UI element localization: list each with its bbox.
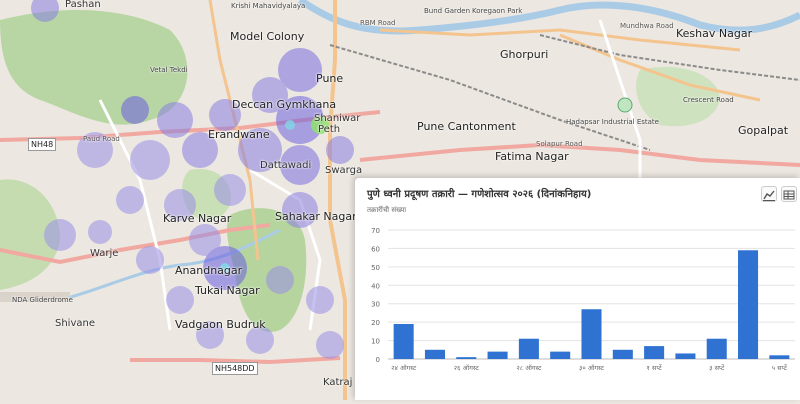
y-tick-label: 60	[371, 245, 380, 253]
y-tick-label: 50	[371, 264, 380, 272]
map-label-pune: Pune	[316, 72, 344, 85]
x-tick-label: २६ ऑगस्ट	[454, 364, 480, 372]
x-tick-label: ५ सप्टें	[772, 364, 788, 372]
bar-chart: 0 10 20 30 40 50 60 70 २४ ऑगस्ट २६ ऑगस्ट २८ ऑगस्ट ३…	[371, 227, 795, 372]
y-tick-label: 20	[371, 319, 380, 327]
map-label-pune-cantonment: Pune Cantonment	[417, 120, 516, 133]
map-label-deccan-gymkhana: Deccan Gymkhana	[232, 98, 337, 111]
bar	[612, 349, 633, 359]
bar	[550, 351, 571, 359]
map-label-tukai-nagar: Tukai Nagar	[195, 284, 260, 297]
bar	[393, 323, 414, 359]
map-label-karve-nagar: Karve Nagar	[163, 212, 232, 225]
y-tick-label: 30	[371, 301, 380, 309]
x-tick-label: २८ ऑगस्ट	[516, 364, 542, 372]
map-label-krishi: Krishi Mahavidyalaya	[231, 2, 306, 10]
map-label-hadapsar: Hadapsar Industrial Estate	[566, 118, 659, 126]
map-label-koregaon: Koregaon Park	[472, 7, 523, 15]
map-label-pashan: Pashan	[65, 0, 101, 10]
bar	[518, 338, 539, 359]
map-label-swargate: Swarga	[325, 165, 363, 176]
x-tick-label: ३ सप्टें	[709, 364, 725, 372]
map-label-nda-gliderdrome: NDA Gliderdrome	[12, 296, 73, 304]
map-label-peth: Peth	[318, 124, 341, 135]
map-label-anandnagar: Anandnagar	[175, 264, 243, 277]
map-label-fatima-nagar: Fatima Nagar	[495, 150, 569, 163]
map-label-vetal-tekdi: Vetal Tekdi	[150, 66, 188, 74]
map-label-bund-garden: Bund Garden	[424, 7, 470, 15]
map-label-dattawadi: Dattawadi	[260, 160, 312, 171]
map-label-sahakar-nagar: Sahakar Nagar	[275, 210, 357, 223]
heatmap-hotspot-deccan	[285, 120, 295, 130]
y-tick-label: 10	[371, 338, 380, 346]
chart-panel: पुणे ध्वनी प्रदूषण तक्रारी — गणेशोत्सव २…	[355, 178, 800, 400]
x-tick-label: ३० ऑगस्ट	[579, 364, 605, 372]
map-label-model-colony: Model Colony	[230, 30, 305, 43]
bar	[487, 351, 508, 359]
y-tick-label: 0	[376, 356, 380, 364]
bar	[769, 355, 790, 359]
map-label-solapur-road: Solapur Road	[536, 140, 583, 148]
map-label-ghorpuri: Ghorpuri	[500, 48, 549, 61]
map-label-erandwane: Erandwane	[208, 128, 270, 141]
map-label-keshav-nagar: Keshav Nagar	[676, 27, 753, 40]
highway-shield-nh48: NH48	[28, 138, 57, 151]
map-label-mundhwa-road: Mundhwa Road	[620, 22, 674, 30]
bar	[738, 250, 759, 359]
y-tick-label: 70	[371, 227, 380, 235]
map-label-rbm-road: RBM Road	[360, 19, 396, 27]
bar	[581, 309, 602, 359]
x-tick-label: २४ ऑगस्ट	[391, 364, 417, 372]
map-label-katraj: Katraj	[323, 377, 353, 388]
map-label-crescent-road: Crescent Road	[683, 96, 734, 104]
bar	[644, 346, 665, 359]
map-label-shaniwar: Shaniwar	[314, 113, 361, 124]
y-tick-label: 40	[371, 282, 380, 290]
map-label-shivane: Shivane	[55, 318, 95, 329]
highway-shield-nh548dd: NH548DD	[212, 362, 258, 375]
map-label-vadgaon-budruk: Vadgaon Budruk	[175, 318, 266, 331]
x-tick-label: १ सप्टें	[647, 364, 663, 372]
map-label-warje: Warje	[90, 248, 119, 259]
map-label-gopalpatti: Gopalpat	[738, 124, 789, 137]
bar	[675, 353, 696, 359]
bar	[456, 357, 477, 359]
map-label-paud-road: Paud Road	[83, 135, 120, 143]
bar	[424, 349, 445, 359]
bar	[706, 338, 727, 359]
map-marker-east[interactable]	[617, 97, 633, 113]
